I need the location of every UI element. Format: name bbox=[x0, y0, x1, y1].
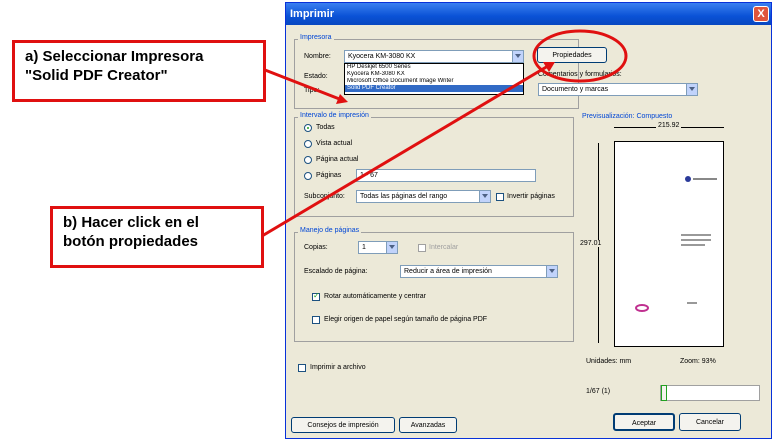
callout-click-properties: b) Hacer click en el botón propiedades bbox=[50, 206, 264, 268]
callout-b-line2: botón propiedades bbox=[63, 233, 198, 250]
highlight-circle bbox=[532, 29, 628, 83]
callout-select-printer: a) Seleccionar Impresora "Solid PDF Crea… bbox=[12, 40, 266, 102]
arrow-a bbox=[264, 68, 343, 102]
callout-b-line1: b) Hacer click en el bbox=[63, 214, 199, 231]
arrow-b bbox=[261, 64, 549, 238]
callout-a-line2: "Solid PDF Creator" bbox=[25, 67, 168, 84]
callout-a-line1: a) Seleccionar Impresora bbox=[25, 48, 204, 65]
